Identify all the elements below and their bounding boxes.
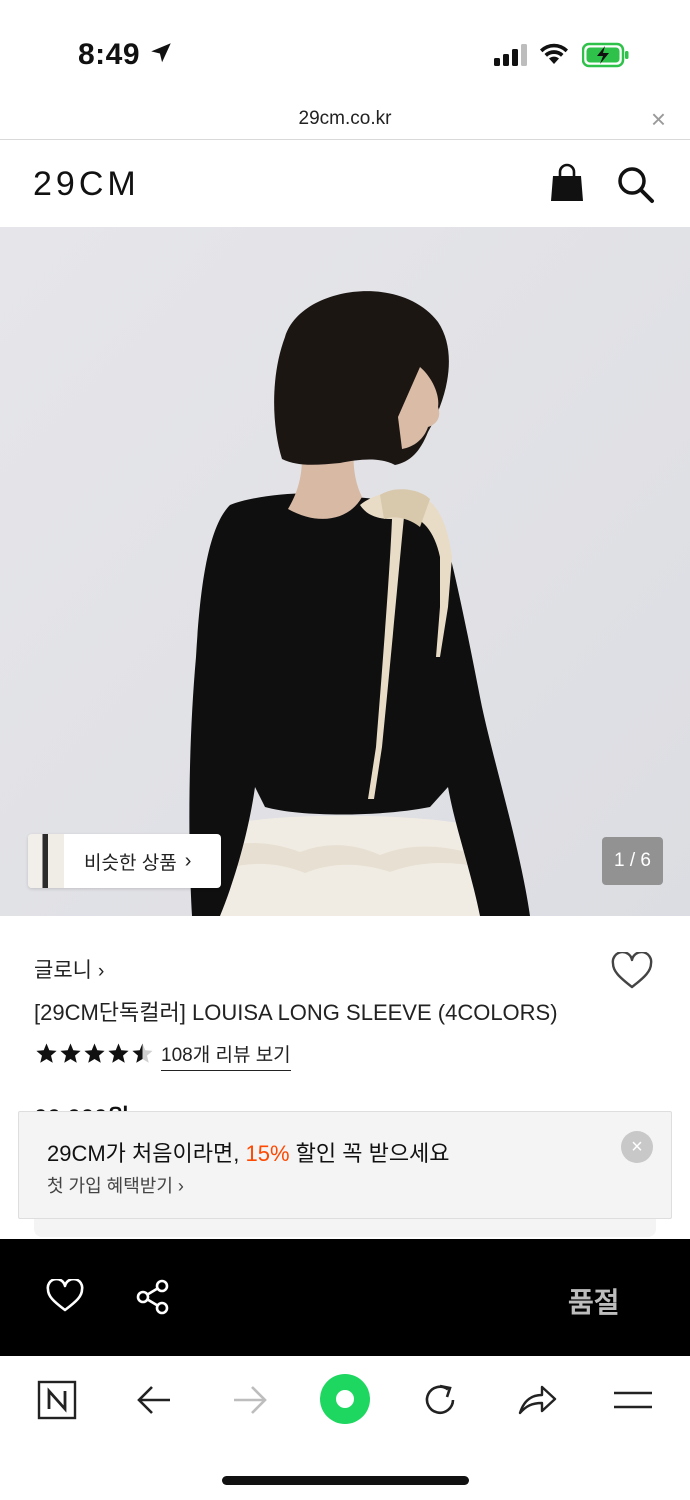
menu-icon[interactable] <box>612 1380 654 1420</box>
promo-discount: 15% <box>245 1141 290 1166</box>
wifi-icon <box>540 43 568 64</box>
brand-link[interactable]: 글로니 › <box>34 954 104 984</box>
similar-products-label: 비슷한 상품 <box>84 852 177 874</box>
signal-icon <box>494 44 527 66</box>
promo-title-suffix: 할인 꼭 받으세요 <box>289 1141 450 1166</box>
similar-thumbnail <box>28 834 64 888</box>
location-arrow-icon <box>151 43 171 63</box>
similar-products-button[interactable]: 비슷한 상품 › <box>28 834 221 888</box>
browser-url-bar[interactable]: 29cm.co.kr × <box>0 100 690 140</box>
promo-shadow <box>34 1219 656 1237</box>
shopping-bag-icon[interactable] <box>550 163 584 203</box>
product-title: [29CM단독컬러] LOUISA LONG SLEEVE (4COLORS) <box>34 1000 558 1025</box>
promo-title-prefix: 29CM가 처음이라면, <box>47 1141 246 1166</box>
promo-subtitle-link[interactable]: 첫 가입 혜택받기 › <box>47 1172 184 1198</box>
close-icon[interactable]: × <box>621 1131 653 1163</box>
brand-name: 글로니 <box>34 959 92 982</box>
purchase-action-bar: 품절 <box>0 1239 690 1356</box>
star-icon <box>108 1043 129 1063</box>
star-icon <box>60 1043 81 1063</box>
close-icon[interactable]: × <box>651 104 666 135</box>
wishlist-heart-icon[interactable] <box>611 952 653 990</box>
status-time: 8:49 <box>78 38 141 71</box>
reload-icon[interactable] <box>420 1380 460 1420</box>
green-dot-icon[interactable] <box>319 1373 371 1425</box>
site-header: 29CM <box>0 141 690 227</box>
star-icon <box>84 1043 105 1063</box>
heart-icon[interactable] <box>46 1279 84 1313</box>
signup-promo-banner[interactable]: 29CM가 처음이라면, 15% 할인 꼭 받으세요 첫 가입 혜택받기 › × <box>18 1111 672 1219</box>
search-icon[interactable] <box>616 165 656 205</box>
review-link[interactable]: 108개 리뷰 보기 <box>161 1040 291 1071</box>
promo-title: 29CM가 처음이라면, 15% 할인 꼭 받으세요 <box>47 1136 450 1168</box>
star-icon <box>36 1043 57 1063</box>
product-price: 00,000원 <box>34 1098 130 1112</box>
product-photo <box>0 227 690 916</box>
naver-icon[interactable] <box>37 1380 77 1420</box>
share-icon[interactable] <box>135 1279 171 1315</box>
sold-out-label: 품절 <box>568 1287 620 1318</box>
battery-charging-icon <box>582 42 629 68</box>
image-counter: 1 / 6 <box>602 837 663 885</box>
share-arrow-icon[interactable] <box>516 1380 558 1420</box>
url-text[interactable]: 29cm.co.kr <box>0 108 690 130</box>
site-logo[interactable]: 29CM <box>33 165 140 204</box>
back-arrow-icon[interactable] <box>134 1380 174 1420</box>
forward-arrow-icon[interactable] <box>230 1380 270 1420</box>
home-indicator <box>222 1476 469 1485</box>
star-icon <box>132 1043 153 1063</box>
rating-stars <box>35 1042 154 1065</box>
product-image[interactable] <box>0 227 690 916</box>
chevron-right-icon: › <box>97 961 105 982</box>
status-bar: 8:49 <box>0 0 690 100</box>
chevron-right-icon: › <box>184 849 192 872</box>
